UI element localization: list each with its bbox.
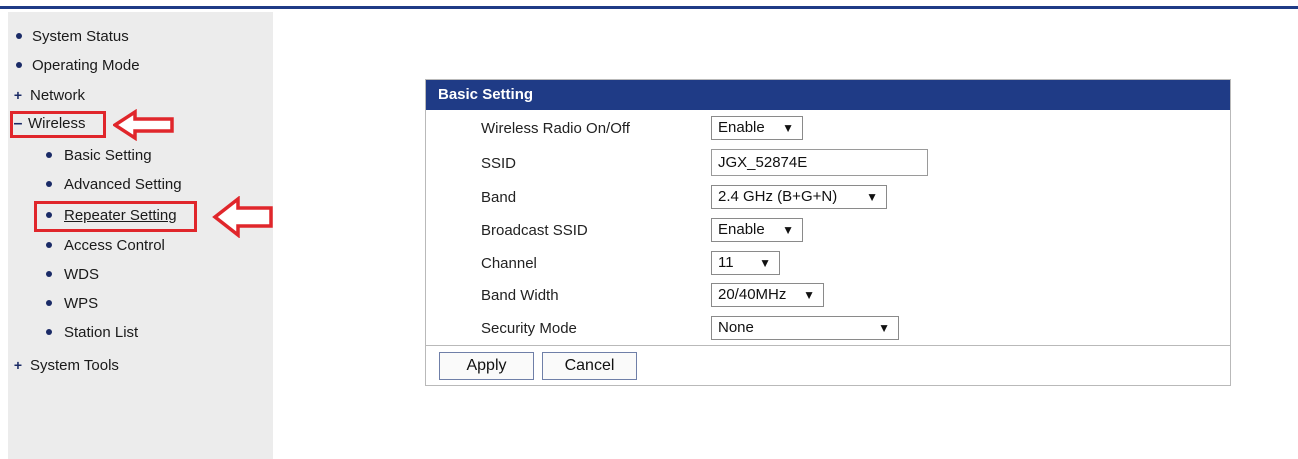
sidebar-item-label: Network	[30, 87, 86, 104]
field-row-bandwidth: Band Width 20/40MHz ▼	[426, 283, 1230, 309]
field-label: Band	[481, 189, 517, 206]
bullet-icon	[16, 62, 22, 69]
field-row-ssid: SSID JGX_52874E	[426, 149, 1230, 176]
bullet-icon	[46, 271, 52, 278]
select-value: 11	[718, 254, 734, 271]
select-value: None	[718, 319, 754, 336]
field-label: Broadcast SSID	[481, 222, 588, 239]
bandwidth-select[interactable]: 20/40MHz ▼	[711, 283, 824, 307]
basic-setting-panel: Basic Setting Wireless Radio On/Off Enab…	[425, 79, 1231, 386]
field-row-security-mode: Security Mode None ▼	[426, 316, 1230, 342]
field-label: Security Mode	[481, 320, 577, 337]
field-label: Channel	[481, 255, 537, 272]
field-label: Band Width	[481, 287, 559, 304]
dropdown-arrow-icon: ▼	[803, 288, 815, 302]
left-arrow-icon	[113, 109, 174, 141]
sidebar-item-basic-setting[interactable]: Basic Setting	[46, 146, 152, 166]
bullet-icon	[46, 300, 52, 307]
divider	[426, 345, 1230, 346]
dropdown-arrow-icon: ▼	[782, 223, 794, 237]
sidebar-item-label: Operating Mode	[32, 57, 140, 74]
plus-icon: +	[13, 87, 23, 103]
field-row-band: Band 2.4 GHz (B+G+N) ▼	[426, 185, 1230, 211]
dropdown-arrow-icon: ▼	[782, 121, 794, 135]
sidebar-item-label: System Status	[32, 28, 129, 45]
wireless-radio-select[interactable]: Enable ▼	[711, 116, 803, 140]
plus-icon: +	[13, 357, 23, 373]
sidebar-item-advanced-setting[interactable]: Advanced Setting	[46, 175, 182, 195]
sidebar-item-network[interactable]: + Network	[12, 85, 85, 106]
bullet-icon	[46, 152, 52, 159]
field-label: SSID	[481, 155, 517, 172]
bullet-icon	[46, 181, 52, 188]
select-value: Enable	[718, 119, 765, 136]
sidebar-item-system-tools[interactable]: + System Tools	[12, 355, 119, 376]
security-mode-select[interactable]: None ▼	[711, 316, 899, 340]
select-value: Enable	[718, 221, 765, 238]
sidebar-item-operating-mode[interactable]: Operating Mode	[16, 56, 140, 76]
broadcast-ssid-select[interactable]: Enable ▼	[711, 218, 803, 242]
highlight-box-wireless	[10, 111, 106, 138]
select-value: 2.4 GHz (B+G+N)	[718, 188, 838, 205]
sidebar-item-system-status[interactable]: System Status	[16, 27, 129, 47]
sidebar-item-label: Advanced Setting	[64, 176, 182, 193]
highlight-box-repeater-setting	[34, 201, 197, 232]
bullet-icon	[46, 329, 52, 336]
bullet-icon	[16, 33, 22, 40]
bullet-icon	[46, 242, 52, 249]
sidebar-item-access-control[interactable]: Access Control	[46, 236, 165, 256]
sidebar-item-label: Station List	[64, 324, 139, 341]
top-border	[0, 6, 1298, 9]
field-row-radio: Wireless Radio On/Off Enable ▼	[426, 116, 1230, 142]
sidebar-item-wds[interactable]: WDS	[46, 265, 99, 285]
cancel-button[interactable]: Cancel	[542, 352, 637, 380]
sidebar-item-label: Basic Setting	[64, 147, 152, 164]
dropdown-arrow-icon: ▼	[866, 190, 878, 204]
sidebar-item-wps[interactable]: WPS	[46, 294, 98, 314]
apply-button[interactable]: Apply	[439, 352, 534, 380]
panel-title: Basic Setting	[426, 80, 1230, 110]
sidebar-item-station-list[interactable]: Station List	[46, 323, 138, 343]
band-select[interactable]: 2.4 GHz (B+G+N) ▼	[711, 185, 887, 209]
select-value: 20/40MHz	[718, 286, 787, 303]
sidebar-item-label: WDS	[64, 266, 99, 283]
dropdown-arrow-icon: ▼	[878, 321, 890, 335]
dropdown-arrow-icon: ▼	[759, 256, 771, 270]
field-label: Wireless Radio On/Off	[481, 120, 630, 137]
channel-select[interactable]: 11 ▼	[711, 251, 780, 275]
sidebar-item-label: WPS	[64, 295, 99, 312]
field-row-channel: Channel 11 ▼	[426, 251, 1230, 277]
left-arrow-icon	[212, 196, 273, 238]
sidebar-item-label: System Tools	[30, 357, 119, 374]
ssid-input[interactable]: JGX_52874E	[711, 149, 928, 176]
sidebar-item-label: Access Control	[64, 237, 165, 254]
field-row-broadcast-ssid: Broadcast SSID Enable ▼	[426, 218, 1230, 244]
